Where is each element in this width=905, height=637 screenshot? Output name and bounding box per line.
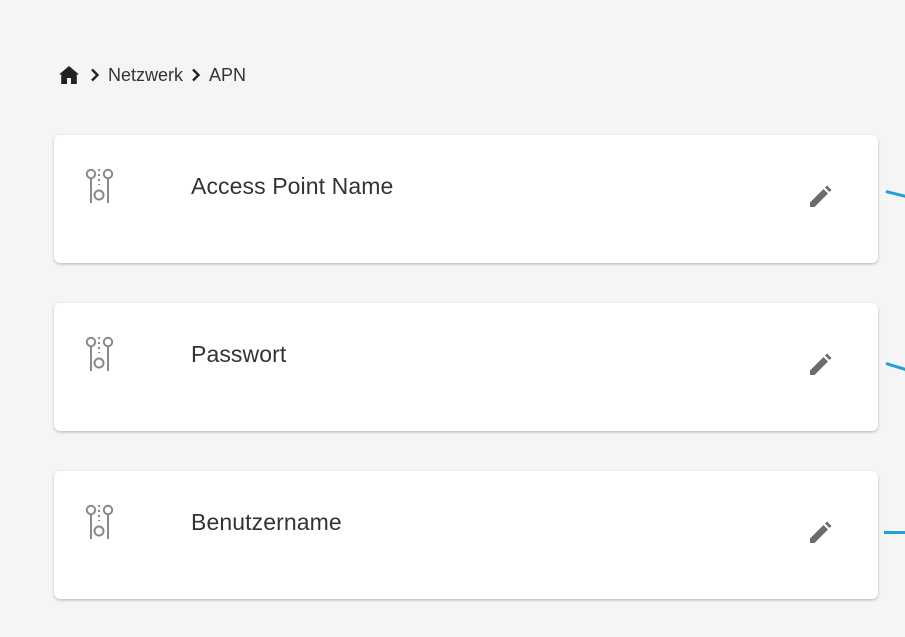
setting-label: Benutzername	[191, 509, 342, 535]
breadcrumb-item-netzwerk[interactable]: Netzwerk	[108, 65, 183, 86]
breadcrumb-item-apn: APN	[209, 64, 247, 85]
settings-slider-icon	[84, 333, 114, 377]
settings-slider-icon	[84, 165, 114, 209]
annotation-line	[885, 362, 905, 372]
edit-button[interactable]	[798, 343, 842, 387]
setting-card-passwort: Passwort	[54, 303, 878, 431]
annotation-line	[885, 190, 905, 199]
annotation-line	[884, 531, 905, 534]
pencil-icon	[810, 353, 832, 375]
chevron-right-icon	[191, 68, 201, 82]
edit-button[interactable]	[798, 175, 842, 219]
pencil-icon	[810, 185, 832, 207]
setting-card-benutzername: Benutzername	[54, 471, 878, 599]
setting-card-access-point-name: Access Point Name	[54, 135, 878, 263]
edit-button[interactable]	[798, 511, 842, 555]
setting-label: Access Point Name	[191, 173, 394, 199]
breadcrumb: Netzwerk APN	[56, 62, 246, 88]
chevron-right-icon	[90, 68, 100, 82]
settings-slider-icon	[84, 501, 114, 545]
home-icon[interactable]	[56, 62, 82, 88]
setting-label: Passwort	[191, 341, 287, 367]
pencil-icon	[810, 521, 832, 543]
